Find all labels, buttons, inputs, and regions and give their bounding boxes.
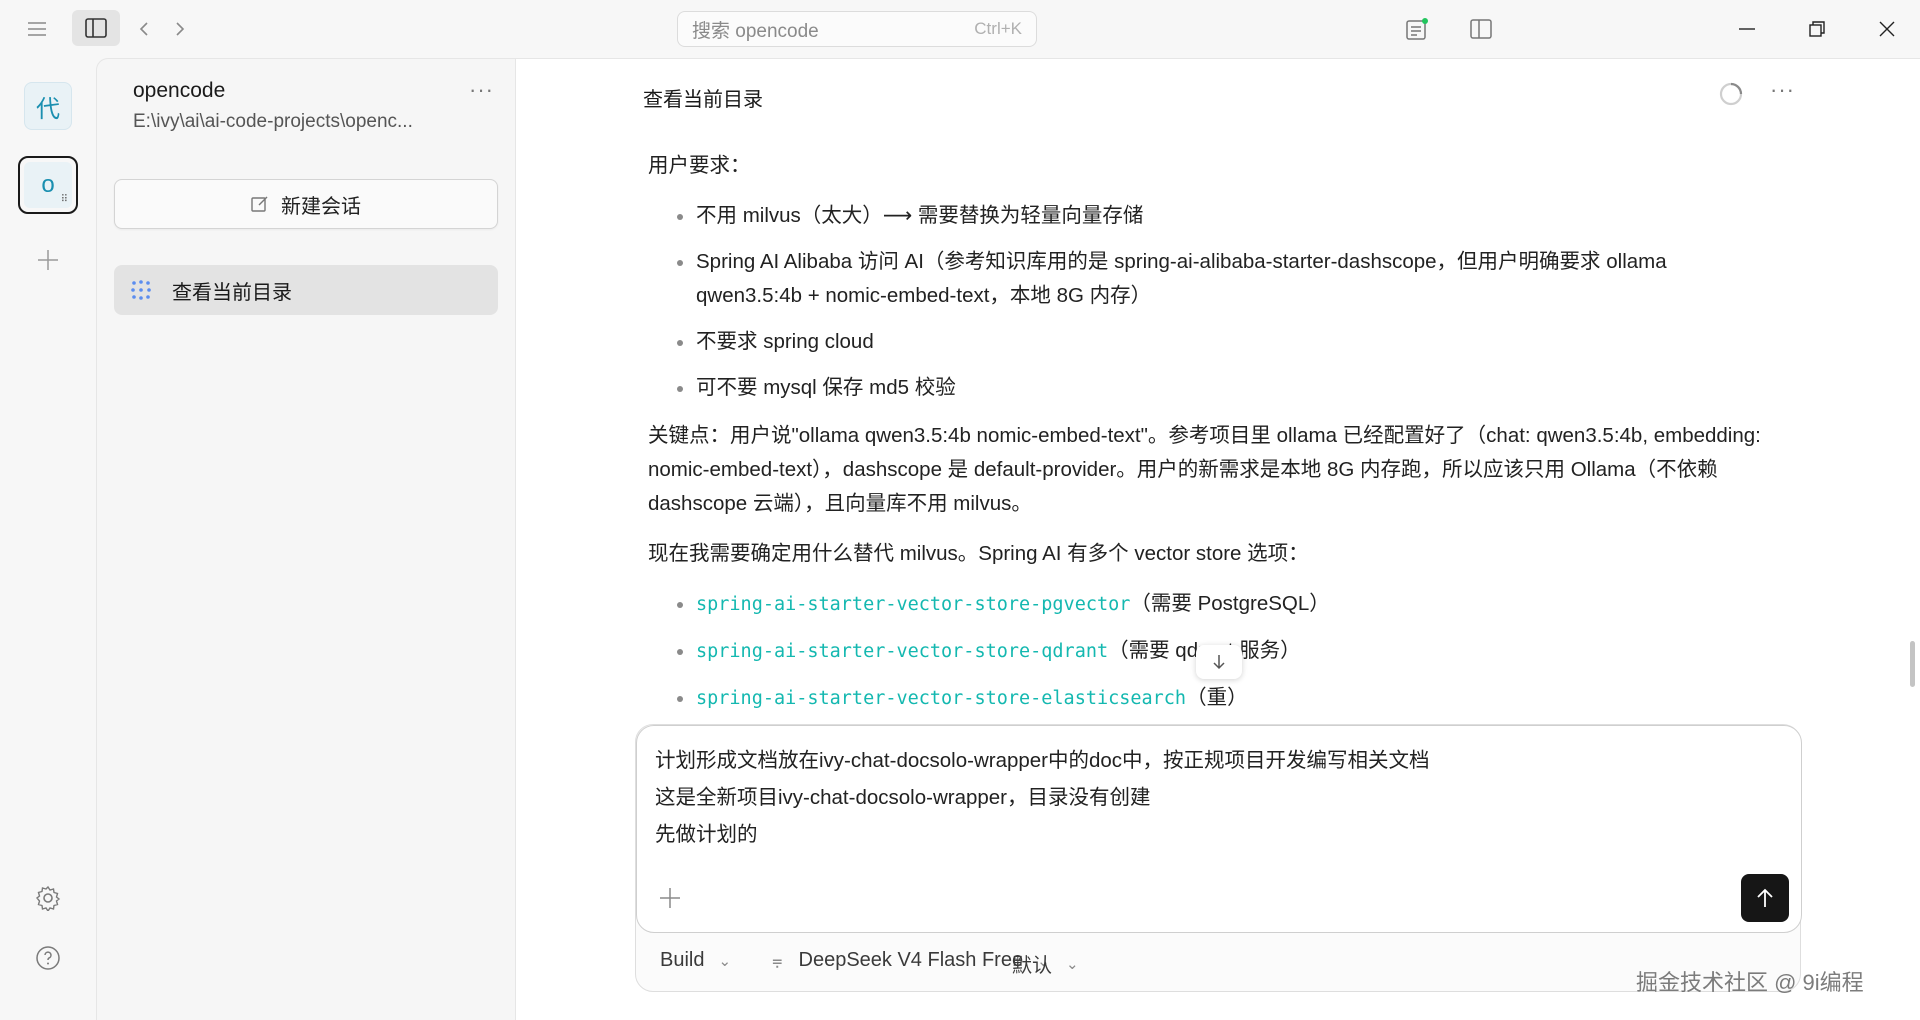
item-note: （重） [1186,686,1248,709]
composer: 计划形成文档放在ivy-chat-docsolo-wrapper中的doc中，按… [635,724,1802,992]
list-item: 可不要 mysql 保存 md5 校验 [648,371,1773,405]
close-icon[interactable] [1870,12,1904,46]
avatar: o ⠿ [24,162,72,208]
model-select[interactable]: ⩦ DeepSeek V4 Flash Free ⌄ [772,949,1050,972]
new-session-button[interactable]: 新建会话 [114,179,498,229]
loader-dots-icon: ⠿ [60,194,68,205]
spinner-icon [1718,81,1744,107]
right-panel-icon[interactable] [1464,12,1498,46]
variant-select[interactable]: 默认 ⌄ [1012,949,1079,978]
search-shortcut: Ctrl+K [974,19,1022,38]
review-panel-icon[interactable] [1400,12,1434,46]
model-provider-icon: ⩦ [772,950,783,970]
loading-dots-icon [131,280,151,300]
more-options-icon[interactable]: ··· [469,77,494,103]
search-placeholder: 搜索 opencode [692,20,819,42]
model-label: DeepSeek V4 Flash Free [798,949,1024,971]
agent-select[interactable]: Build ⌄ [660,949,731,972]
project-avatar-label: 代 [36,95,60,123]
project-avatar-dai[interactable]: 代 [24,82,72,130]
restore-icon[interactable] [1800,12,1834,46]
project-avatar-label: o [41,171,55,198]
back-icon[interactable] [132,14,156,44]
variant-label: 默认 [1012,955,1052,977]
toggle-sidebar-icon[interactable] [72,10,120,46]
assistant-message: 用户要求： 不用 milvus（太大）⟶ 需要替换为轻量向量存储 Spring … [648,149,1773,730]
send-button[interactable] [1741,874,1789,922]
message-paragraph: 用户要求： [648,154,751,177]
session-item[interactable]: 查看当前目录 [114,265,498,315]
inline-code: spring-ai-starter-vector-store-qdrant [696,641,1109,662]
project-name: opencode [133,79,226,102]
scroll-to-bottom-button[interactable] [1196,645,1242,679]
project-path: E:\ivy\ai\ai-code-projects\openc... [133,111,413,132]
attach-icon[interactable] [659,884,681,921]
message-paragraph: 关键点：用户说"ollama qwen3.5:4b nomic-embed-te… [648,424,1761,515]
prompt-line: 计划形成文档放在ivy-chat-docsolo-wrapper中的doc中，按… [655,749,1430,772]
add-project-icon[interactable] [24,236,72,284]
session-more-icon[interactable]: ··· [1770,77,1795,103]
new-session-label: 新建会话 [281,195,361,218]
chevron-down-icon: ⌄ [1066,955,1079,973]
session-title: 查看当前目录 [643,89,763,111]
requirements-list: 不用 milvus（太大）⟶ 需要替换为轻量向量存储 Spring AI Ali… [648,199,1773,405]
sessions-sidebar: opencode E:\ivy\ai\ai-code-projects\open… [96,58,516,1020]
menu-icon[interactable] [22,14,52,44]
watermark: 掘金技术社区 @ 9i编程 [1636,970,1864,995]
inline-code: spring-ai-starter-vector-store-pgvector [696,594,1131,615]
list-item: spring-ai-starter-vector-store-elasticse… [648,681,1773,716]
session-label: 查看当前目录 [172,281,292,304]
prompt-line: 这是全新项目ivy-chat-docsolo-wrapper，目录没有创建 [655,786,1151,809]
list-item: 不用 milvus（太大）⟶ 需要替换为轻量向量存储 [648,199,1773,233]
settings-icon[interactable] [24,874,72,922]
agent-label: Build [660,949,705,971]
arrow-up-icon [1757,888,1773,907]
prompt-line: 先做计划的 [655,823,758,846]
item-note: （需要 PostgreSQL） [1130,592,1330,615]
search-input[interactable]: 搜索 opencode Ctrl+K [677,11,1037,47]
chat-main: 查看当前目录 ··· 用户要求： 不用 milvus（太大）⟶ 需要替换为轻量向… [516,58,1920,1020]
list-item: spring-ai-starter-vector-store-pgvector（… [648,587,1773,622]
inline-code: spring-ai-starter-vector-store-elasticse… [696,688,1187,709]
edit-icon [251,196,268,212]
message-paragraph: 现在我需要确定用什么替代 milvus。Spring AI 有多个 vector… [648,542,1309,565]
help-icon[interactable] [24,934,72,982]
minimize-icon[interactable] [1730,12,1764,46]
list-item: 不要求 spring cloud [648,325,1773,359]
project-avatar-opencode[interactable]: o ⠿ [18,156,78,214]
title-bar: 搜索 opencode Ctrl+K [0,0,1920,58]
list-item: Spring AI Alibaba 访问 AI（参考知识库用的是 spring-… [648,245,1773,313]
chevron-down-icon: ⌄ [718,952,732,970]
arrow-down-icon [1213,655,1225,670]
forward-icon[interactable] [168,14,192,44]
project-rail: 代 o ⠿ [0,58,96,1020]
prompt-input[interactable]: 计划形成文档放在ivy-chat-docsolo-wrapper中的doc中，按… [636,725,1802,933]
scrollbar-thumb[interactable] [1910,641,1915,687]
